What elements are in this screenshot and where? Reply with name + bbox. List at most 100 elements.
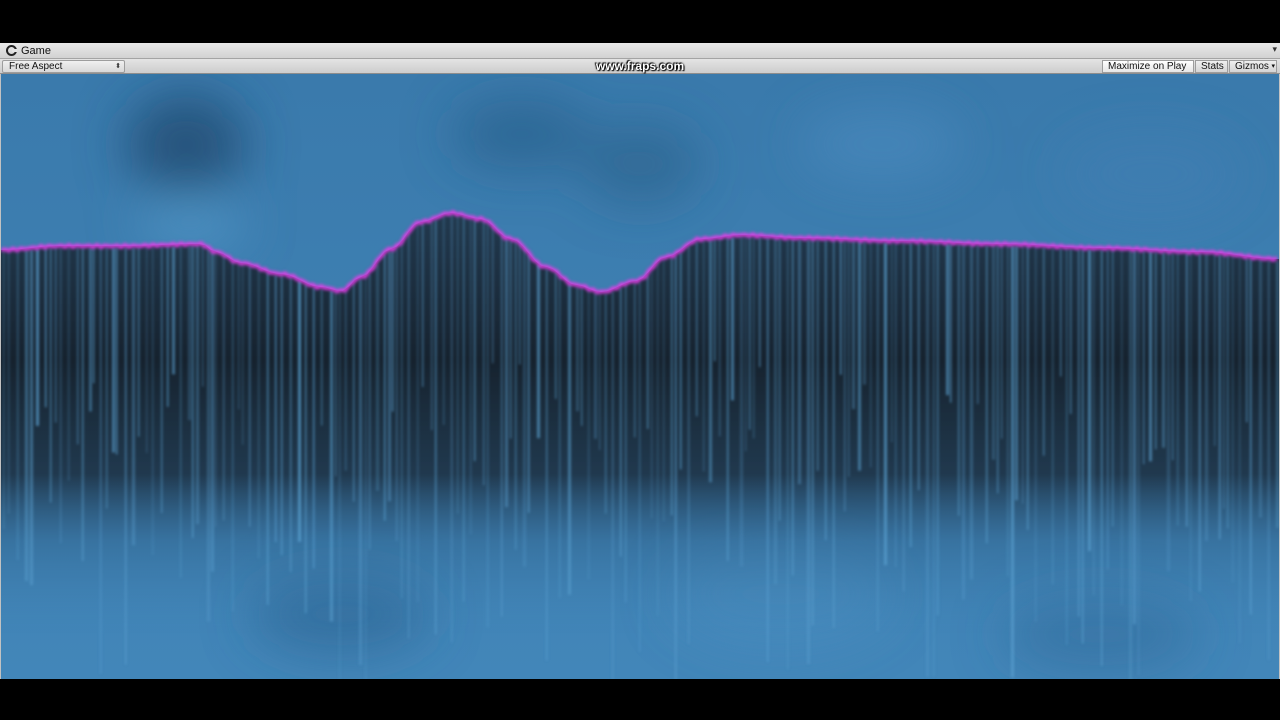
maximize-on-play-toggle[interactable]: Maximize on Play [1102, 60, 1194, 73]
water-streak [335, 292, 337, 477]
water-streak [138, 247, 140, 437]
water-streak [339, 292, 341, 679]
water-streak [1259, 259, 1262, 518]
water-streak [77, 248, 79, 445]
water-streak [215, 253, 217, 527]
water-streak [910, 243, 912, 548]
water-streak [1060, 248, 1062, 377]
water-streak [740, 237, 743, 567]
water-streak [232, 261, 234, 612]
water-streak [870, 242, 872, 468]
water-streak [779, 239, 781, 521]
water-streak [275, 275, 277, 543]
water-streak [435, 219, 437, 635]
water-streak [388, 251, 391, 502]
aspect-dropdown[interactable]: Free Aspect ⬍ [2, 60, 125, 73]
gizmos-label: Gizmos [1235, 61, 1269, 72]
water-streak [792, 239, 794, 576]
water-streak [918, 243, 920, 491]
water-streak [384, 254, 386, 521]
water-streak [528, 254, 530, 513]
water-streak [817, 240, 819, 471]
water-streak [180, 246, 182, 578]
water-streak [36, 249, 39, 426]
water-streak [192, 246, 194, 538]
water-streak [1276, 260, 1279, 528]
water-streak [1239, 257, 1241, 644]
water-streak [116, 248, 118, 455]
water-streak [1232, 256, 1234, 583]
letterbox-top [0, 0, 1280, 43]
game-tab[interactable]: Game ▾ [0, 43, 1280, 59]
water-streak [1190, 253, 1192, 602]
water-streak [1167, 252, 1170, 572]
water-streak [1101, 250, 1103, 666]
water-streak [807, 240, 810, 665]
water-streak [470, 219, 472, 535]
game-scene [1, 74, 1279, 679]
water-streak [787, 239, 789, 670]
water-streak [950, 244, 952, 403]
water-streak [559, 276, 561, 598]
stats-toggle[interactable]: Stats [1195, 60, 1228, 73]
water-streak [933, 243, 935, 677]
water-streak [731, 237, 734, 401]
water-streak [345, 291, 347, 471]
water-streak [152, 247, 154, 555]
water-streak [1015, 246, 1018, 501]
water-streak [895, 242, 897, 567]
water-streak [1082, 249, 1084, 644]
water-streak [451, 215, 453, 643]
game-toolbar: Free Aspect ⬍ www.fraps.com Maximize on … [0, 59, 1280, 74]
letterbox-bottom [0, 679, 1280, 720]
water-streak [671, 258, 673, 516]
water-streak [767, 238, 769, 662]
water-streak [1138, 251, 1140, 676]
water-streak [1001, 246, 1003, 439]
gizmos-dropdown[interactable]: Gizmos ▾ [1229, 60, 1277, 73]
water-streak [238, 264, 240, 410]
water-streak [431, 221, 433, 431]
water-streak [313, 287, 315, 569]
water-streak [242, 265, 244, 445]
water-streak [1070, 249, 1072, 414]
water-streak [172, 246, 175, 375]
water-streak [749, 237, 751, 430]
water-streak [696, 241, 698, 417]
water-streak [1011, 246, 1014, 678]
water-streak [196, 246, 199, 525]
water-streak [422, 223, 424, 387]
water-streak [844, 241, 846, 512]
dropdown-arrows-icon: ⬍ [115, 63, 121, 70]
water-streak [1214, 254, 1216, 446]
water-streak [759, 237, 761, 368]
water-streak [1268, 260, 1270, 660]
dropdown-arrow-icon: ▾ [1271, 63, 1275, 70]
water-streak [60, 248, 62, 544]
water-streak [396, 249, 398, 541]
water-streak [321, 289, 323, 426]
water-streak [651, 271, 653, 519]
water-streak [812, 240, 814, 626]
water-streak [492, 226, 494, 364]
water-streak [202, 246, 204, 387]
water-streak [970, 245, 973, 580]
fraps-watermark: www.fraps.com [595, 59, 685, 73]
water-streak [657, 263, 659, 616]
water-streak [703, 240, 705, 472]
water-streak [1205, 254, 1208, 541]
panel-menu-icon[interactable]: ▾ [1272, 44, 1277, 54]
water-streak [858, 241, 861, 471]
water-streak [25, 250, 28, 581]
water-streak [132, 247, 135, 546]
water-streak [408, 234, 410, 639]
water-streak [298, 280, 301, 542]
water-streak [581, 287, 583, 426]
game-viewport[interactable] [1, 74, 1279, 679]
water-streak [474, 220, 476, 462]
water-streak [863, 242, 866, 385]
water-streak [1219, 254, 1221, 540]
water-streak [727, 238, 729, 561]
water-streak [223, 255, 225, 521]
water-streak [1143, 251, 1145, 465]
